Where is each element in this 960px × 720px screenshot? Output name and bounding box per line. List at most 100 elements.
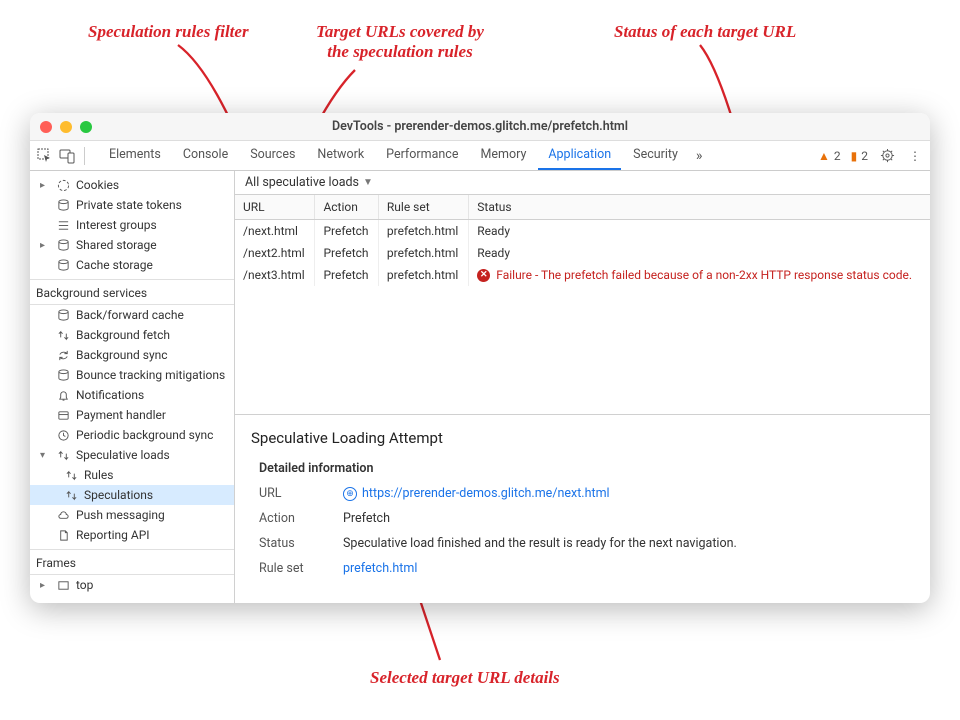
detail-status-label: Status xyxy=(259,536,329,551)
table-row[interactable]: /next2.htmlPrefetchprefetch.htmlReady xyxy=(235,242,930,264)
kebab-menu-icon[interactable]: ⋮ xyxy=(906,147,924,165)
sidebar-item[interactable]: ▸Cookies xyxy=(30,175,234,195)
close-button[interactable] xyxy=(40,121,52,133)
column-header[interactable]: Status xyxy=(469,195,930,220)
bell-icon xyxy=(56,388,70,402)
sidebar-item-label: Rules xyxy=(84,468,113,482)
cell-action: Prefetch xyxy=(315,264,378,286)
db-icon xyxy=(56,198,70,212)
inspect-element-icon[interactable] xyxy=(36,147,54,165)
sidebar-item[interactable]: ▸Shared storage xyxy=(30,235,234,255)
cell-url: /next.html xyxy=(235,220,315,243)
gear-icon[interactable] xyxy=(878,147,896,165)
sidebar-item-label: Shared storage xyxy=(76,238,157,252)
column-header[interactable]: Rule set xyxy=(378,195,468,220)
detail-url-label: URL xyxy=(259,486,329,501)
card-icon xyxy=(56,408,70,422)
traffic-lights xyxy=(40,121,92,133)
maximize-button[interactable] xyxy=(80,121,92,133)
application-sidebar: ▸CookiesPrivate state tokens Interest gro… xyxy=(30,171,235,603)
sidebar-item-label: Back/forward cache xyxy=(76,308,184,322)
table-row[interactable]: /next3.htmlPrefetchprefetch.html✕Failure… xyxy=(235,264,930,286)
sidebar-item[interactable]: Bounce tracking mitigations xyxy=(30,365,234,385)
cookie-icon xyxy=(56,178,70,192)
device-toggle-icon[interactable] xyxy=(58,147,76,165)
sidebar-item[interactable]: Periodic background sync xyxy=(30,425,234,445)
detail-url-value[interactable]: ⊕https://prerender-demos.glitch.me/next.… xyxy=(343,486,914,501)
detail-heading: Speculative Loading Attempt xyxy=(251,429,914,447)
sidebar-group-title: Background services xyxy=(30,279,234,305)
doc-icon xyxy=(56,528,70,542)
cell-url: /next2.html xyxy=(235,242,315,264)
more-tabs-icon[interactable]: » xyxy=(692,148,707,164)
frame-icon xyxy=(56,578,70,592)
filter-label: All speculative loads xyxy=(245,175,359,190)
sidebar-item[interactable]: Payment handler xyxy=(30,405,234,425)
column-header[interactable]: Action xyxy=(315,195,378,220)
sidebar-item[interactable]: ▾Speculative loads xyxy=(30,445,234,465)
speculations-table: URLActionRule setStatus /next.htmlPrefet… xyxy=(235,195,930,415)
cell-status: Ready xyxy=(469,242,930,264)
titlebar: DevTools - prerender-demos.glitch.me/pre… xyxy=(30,113,930,141)
sidebar-item[interactable]: Interest groups xyxy=(30,215,234,235)
sidebar-item[interactable]: Background sync xyxy=(30,345,234,365)
sidebar-item[interactable]: Rules xyxy=(30,465,234,485)
sidebar-item[interactable]: Push messaging xyxy=(30,505,234,525)
sidebar-item-label: Speculative loads xyxy=(76,448,170,462)
issues-badge[interactable]: ▮2 xyxy=(851,149,868,163)
sidebar-item-label: Background fetch xyxy=(76,328,170,342)
tab-memory[interactable]: Memory xyxy=(470,141,536,170)
tab-sources[interactable]: Sources xyxy=(240,141,305,170)
window-title: DevTools - prerender-demos.glitch.me/pre… xyxy=(30,119,930,134)
detail-action-label: Action xyxy=(259,511,329,526)
cell-status: ✕Failure - The prefetch failed because o… xyxy=(469,264,930,286)
detail-section-title: Detailed information xyxy=(251,461,914,476)
sidebar-item[interactable]: Speculations xyxy=(30,485,234,505)
tab-console[interactable]: Console xyxy=(173,141,238,170)
divider xyxy=(84,147,85,165)
chevron-down-icon: ▼ xyxy=(363,177,373,188)
cell-status: Ready xyxy=(469,220,930,243)
detail-ruleset-value[interactable]: prefetch.html xyxy=(343,561,914,576)
main-pane: All speculative loads ▼ URLActionRule se… xyxy=(235,171,930,603)
minimize-button[interactable] xyxy=(60,121,72,133)
sidebar-item-label: Interest groups xyxy=(76,218,157,232)
detail-status-value: Speculative load finished and the result… xyxy=(343,536,914,551)
sidebar-item[interactable]: ▸top xyxy=(30,575,234,595)
error-icon: ✕ xyxy=(477,269,490,282)
warnings-badge[interactable]: ▲2 xyxy=(818,149,841,163)
detail-action-value: Prefetch xyxy=(343,511,914,526)
detail-pane: Speculative Loading Attempt Detailed inf… xyxy=(235,415,930,590)
db-icon xyxy=(56,308,70,322)
speculative-loads-filter[interactable]: All speculative loads ▼ xyxy=(235,171,930,195)
tab-security[interactable]: Security xyxy=(623,141,688,170)
updown-icon xyxy=(56,328,70,342)
cell-url: /next3.html xyxy=(235,264,315,286)
updown-icon xyxy=(64,488,78,502)
link-icon: ⊕ xyxy=(343,487,357,501)
tab-network[interactable]: Network xyxy=(307,141,374,170)
cell-ruleset: prefetch.html xyxy=(378,220,468,243)
main-toolbar: ElementsConsoleSourcesNetworkPerformance… xyxy=(30,141,930,171)
updown-icon xyxy=(56,448,70,462)
sidebar-item-label: Payment handler xyxy=(76,408,166,422)
sidebar-item-label: Reporting API xyxy=(76,528,150,542)
sidebar-item-label: Cookies xyxy=(76,178,119,192)
sidebar-item[interactable]: Reporting API xyxy=(30,525,234,545)
table-row[interactable]: /next.htmlPrefetchprefetch.htmlReady xyxy=(235,220,930,243)
cell-ruleset: prefetch.html xyxy=(378,264,468,286)
cell-ruleset: prefetch.html xyxy=(378,242,468,264)
sidebar-item[interactable]: Private state tokens xyxy=(30,195,234,215)
sidebar-item[interactable]: Notifications xyxy=(30,385,234,405)
sidebar-item[interactable]: Background fetch xyxy=(30,325,234,345)
sidebar-item[interactable]: Cache storage xyxy=(30,255,234,275)
column-header[interactable]: URL xyxy=(235,195,315,220)
tab-performance[interactable]: Performance xyxy=(376,141,468,170)
sidebar-item[interactable]: Back/forward cache xyxy=(30,305,234,325)
db-icon xyxy=(56,258,70,272)
list-icon xyxy=(56,218,70,232)
db-icon xyxy=(56,368,70,382)
tab-application[interactable]: Application xyxy=(538,141,621,170)
tab-elements[interactable]: Elements xyxy=(99,141,171,170)
sidebar-group-title: Frames xyxy=(30,549,234,575)
